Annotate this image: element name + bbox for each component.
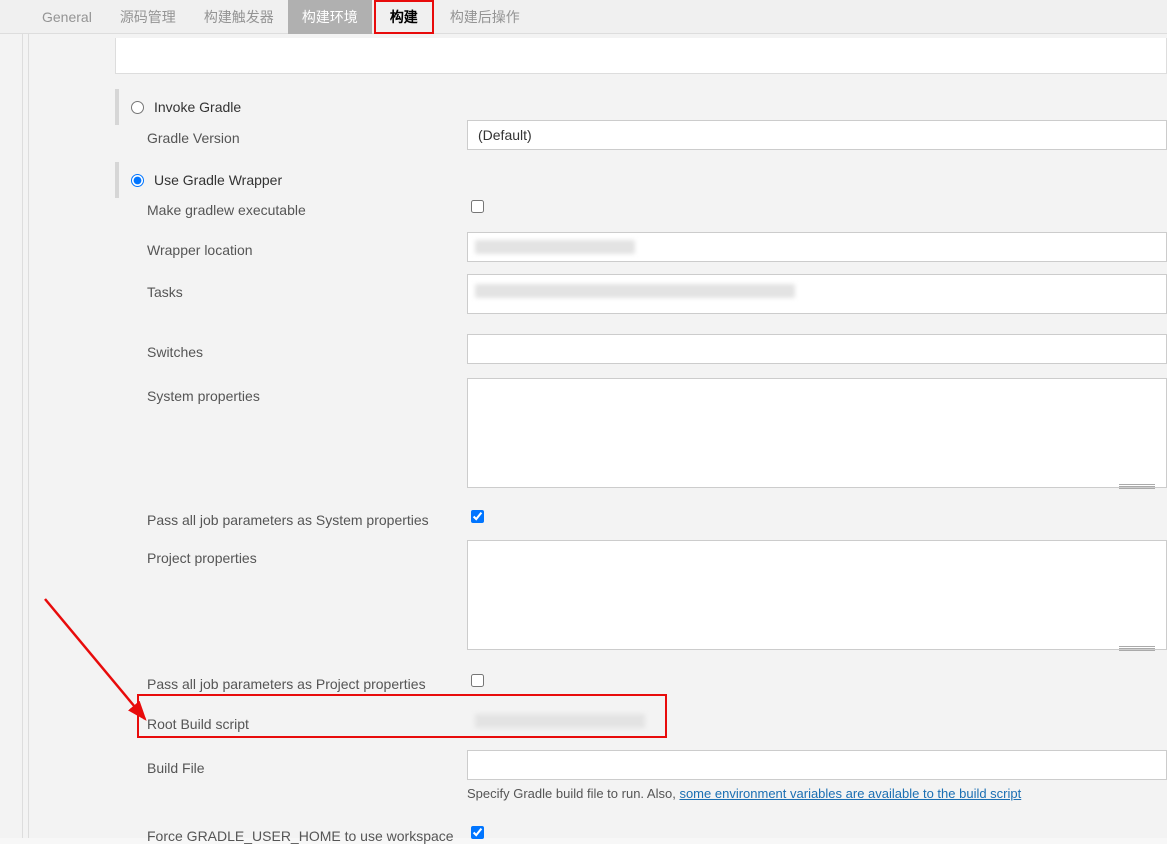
panel-header-box <box>115 38 1167 74</box>
section-marker <box>115 89 119 125</box>
make-executable-label: Make gradlew executable <box>147 200 467 218</box>
use-wrapper-row: Use Gradle Wrapper <box>115 162 282 198</box>
vertical-rule <box>28 34 29 838</box>
project-properties-label: Project properties <box>147 548 467 566</box>
invoke-gradle-row: Invoke Gradle <box>115 89 241 125</box>
wrapper-location-label: Wrapper location <box>147 240 467 258</box>
build-file-env-link[interactable]: some environment variables are available… <box>679 786 1021 801</box>
redacted-content <box>475 240 635 257</box>
redacted-content <box>475 284 795 301</box>
root-build-script-label: Root Build script <box>147 714 467 732</box>
invoke-gradle-label: Invoke Gradle <box>154 99 241 115</box>
tab-scm[interactable]: 源码管理 <box>106 0 190 34</box>
use-wrapper-radio[interactable] <box>131 174 144 187</box>
build-panel: Invoke Gradle Gradle Version Use Gradle … <box>115 34 1167 838</box>
resize-handle-icon[interactable] <box>1119 646 1155 652</box>
use-wrapper-label: Use Gradle Wrapper <box>154 172 282 188</box>
vertical-rule <box>22 34 23 838</box>
force-gradle-home-checkbox[interactable] <box>471 826 484 839</box>
resize-handle-icon[interactable] <box>1119 484 1155 490</box>
system-properties-input[interactable] <box>467 378 1167 488</box>
pass-project-props-checkbox[interactable] <box>471 674 484 687</box>
build-file-label: Build File <box>147 758 467 776</box>
section-marker <box>115 162 119 198</box>
make-executable-checkbox[interactable] <box>471 200 484 213</box>
content-area: Invoke Gradle Gradle Version Use Gradle … <box>0 34 1167 838</box>
tab-general[interactable]: General <box>28 0 106 34</box>
build-file-input[interactable] <box>467 750 1167 780</box>
invoke-gradle-radio[interactable] <box>131 101 144 114</box>
switches-input[interactable] <box>467 334 1167 364</box>
tab-build[interactable]: 构建 <box>374 0 434 34</box>
pass-system-props-label: Pass all job parameters as System proper… <box>147 510 467 528</box>
project-properties-input[interactable] <box>467 540 1167 650</box>
tasks-label: Tasks <box>147 282 467 300</box>
gradle-version-label: Gradle Version <box>147 128 467 146</box>
tab-post-build[interactable]: 构建后操作 <box>436 0 534 34</box>
gradle-version-select[interactable] <box>467 120 1167 150</box>
annotation-arrow-icon <box>35 589 165 739</box>
force-gradle-home-label: Force GRADLE_USER_HOME to use workspace <box>147 826 467 844</box>
switches-label: Switches <box>147 342 467 360</box>
tab-build-env[interactable]: 构建环境 <box>288 0 372 34</box>
tab-bar: General 源码管理 构建触发器 构建环境 构建 构建后操作 <box>0 0 1167 34</box>
redacted-content <box>475 714 645 731</box>
system-properties-label: System properties <box>147 386 467 404</box>
pass-system-props-checkbox[interactable] <box>471 510 484 523</box>
pass-project-props-label: Pass all job parameters as Project prope… <box>147 674 467 692</box>
build-file-hint: Specify Gradle build file to run. Also, … <box>467 786 1167 801</box>
tab-triggers[interactable]: 构建触发器 <box>190 0 288 34</box>
